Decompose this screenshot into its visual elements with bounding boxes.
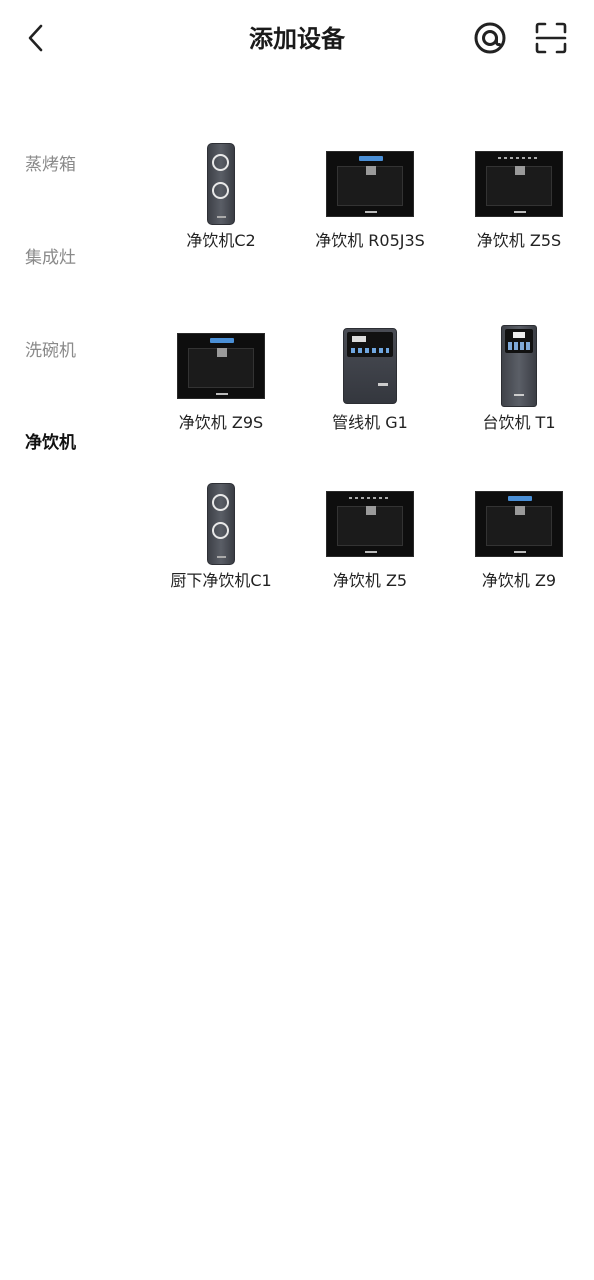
undersink-purifier-image xyxy=(207,143,235,225)
device-name: 管线机 G1 xyxy=(332,413,408,432)
device-image xyxy=(146,478,296,570)
builtin-purifier-image xyxy=(475,491,563,557)
header: 添加设备 xyxy=(0,0,594,80)
device-card[interactable]: 净饮机 Z5 xyxy=(295,478,445,592)
sidebar-item-steam-oven[interactable]: 蒸烤箱 xyxy=(25,153,76,177)
device-name: 净饮机 R05J3S xyxy=(315,231,425,250)
device-image xyxy=(295,478,445,570)
device-name: 净饮机 Z5 xyxy=(332,571,408,590)
device-name: 净饮机 Z9 xyxy=(481,571,557,590)
device-name: 厨下净饮机C1 xyxy=(170,571,272,590)
builtin-purifier-image xyxy=(326,151,414,217)
builtin-purifier-image xyxy=(475,151,563,217)
pipeline-machine-image xyxy=(343,328,397,404)
device-image xyxy=(444,478,594,570)
builtin-purifier-image xyxy=(177,333,265,399)
device-card[interactable]: 净饮机 Z9S xyxy=(146,320,296,434)
at-sign-icon xyxy=(474,22,506,54)
device-image xyxy=(444,320,594,412)
scan-frame-icon xyxy=(535,22,567,54)
device-card[interactable]: 净饮机 R05J3S xyxy=(295,138,445,252)
tabletop-purifier-image xyxy=(501,325,537,407)
sidebar-item-dishwasher[interactable]: 洗碗机 xyxy=(25,339,76,363)
device-name: 台饮机 T1 xyxy=(482,413,556,432)
device-card[interactable]: 净饮机C2 xyxy=(146,138,296,252)
device-card[interactable]: 厨下净饮机C1 xyxy=(146,478,296,592)
scan-button[interactable] xyxy=(533,20,569,56)
device-image xyxy=(295,320,445,412)
device-name: 净饮机 Z5S xyxy=(476,231,562,250)
sidebar-item-water-purifier[interactable]: 净饮机 xyxy=(25,431,76,455)
nearby-device-button[interactable] xyxy=(472,20,508,56)
sidebar-item-integrated-stove[interactable]: 集成灶 xyxy=(25,246,76,270)
device-image xyxy=(295,138,445,230)
device-image xyxy=(146,320,296,412)
device-image xyxy=(146,138,296,230)
device-card[interactable]: 台饮机 T1 xyxy=(444,320,594,434)
device-name: 净饮机 Z9S xyxy=(178,413,264,432)
add-device-page: 添加设备 蒸烤箱 集成灶 洗碗机 净饮机 净饮机C2 净饮机 R05J3S 净饮… xyxy=(0,0,594,1280)
device-card[interactable]: 净饮机 Z5S xyxy=(444,138,594,252)
device-card[interactable]: 净饮机 Z9 xyxy=(444,478,594,592)
builtin-purifier-image xyxy=(326,491,414,557)
device-card[interactable]: 管线机 G1 xyxy=(295,320,445,434)
device-name: 净饮机C2 xyxy=(186,231,256,250)
undersink-purifier-image xyxy=(207,483,235,565)
device-image xyxy=(444,138,594,230)
